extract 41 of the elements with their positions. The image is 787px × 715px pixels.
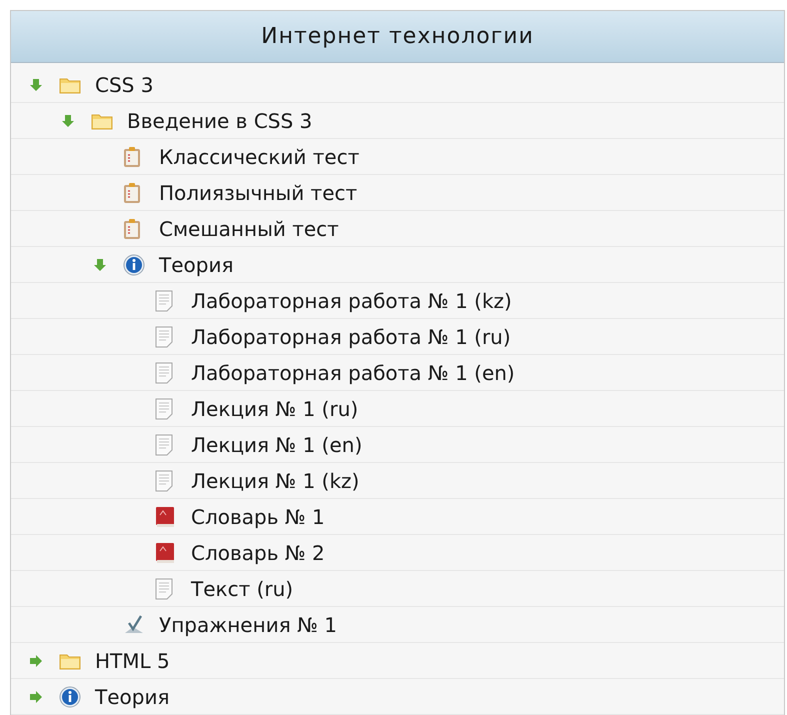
tree-item-label[interactable]: Лекция № 1 (ru) (191, 394, 358, 424)
tree-item-label[interactable]: Теория (95, 682, 170, 712)
tree-item-label[interactable]: Полиязычный тест (159, 178, 358, 208)
document-icon (155, 470, 173, 492)
tree-item-label[interactable]: Введение в CSS 3 (127, 106, 312, 136)
clipboard-icon (123, 146, 141, 168)
arrow-down-icon[interactable] (29, 78, 43, 92)
document-icon (155, 434, 173, 456)
tree-item-label[interactable]: Лекция № 1 (en) (191, 430, 362, 460)
book-icon (155, 542, 175, 564)
tree-item-label[interactable]: Лабораторная работа № 1 (en) (191, 358, 515, 388)
clipboard-icon (123, 218, 141, 240)
book-icon (155, 506, 175, 528)
arrow-right-icon[interactable] (29, 654, 43, 668)
document-icon (155, 398, 173, 420)
folder-icon (91, 112, 113, 130)
info-icon (123, 254, 145, 276)
arrow-right-icon[interactable] (29, 690, 43, 704)
folder-icon (59, 652, 81, 670)
tree-item-label[interactable]: Упражнения № 1 (159, 610, 337, 640)
tree-item-label[interactable]: Словарь № 1 (191, 502, 325, 532)
document-icon (155, 290, 173, 312)
tree-item-label[interactable]: Теория (159, 250, 234, 280)
tree-item-label[interactable]: HTML 5 (95, 646, 170, 676)
tree-item-label[interactable]: Лекция № 1 (kz) (191, 466, 360, 496)
tree-item-label[interactable]: CSS 3 (95, 70, 154, 100)
document-icon (155, 578, 173, 600)
document-icon (155, 326, 173, 348)
info-icon (59, 686, 81, 708)
tree-item-label[interactable]: Текст (ru) (191, 574, 294, 604)
tree-item-label[interactable]: Лабораторная работа № 1 (kz) (191, 286, 512, 316)
folder-icon (59, 76, 81, 94)
tree-item-label[interactable]: Смешанный тест (159, 214, 339, 244)
arrow-down-icon[interactable] (61, 114, 75, 128)
arrow-down-icon[interactable] (93, 258, 107, 272)
tree-item-label[interactable]: Классический тест (159, 142, 360, 172)
clipboard-icon (123, 182, 141, 204)
document-icon (155, 362, 173, 384)
panel-title: Интернет технологии (261, 23, 534, 51)
tree-item-label[interactable]: Словарь № 2 (191, 538, 325, 568)
tree-item-label[interactable]: Лабораторная работа № 1 (ru) (191, 322, 511, 352)
